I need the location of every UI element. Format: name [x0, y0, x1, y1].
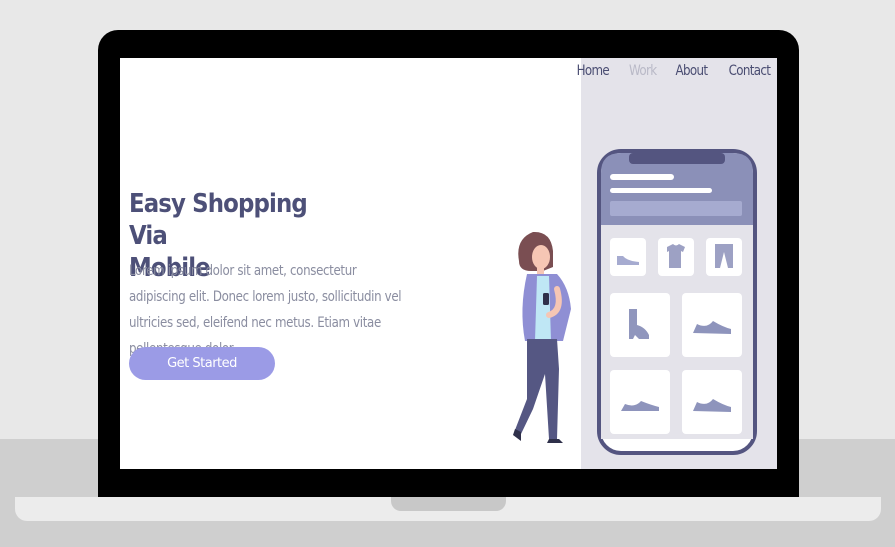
woman-illustration: [513, 231, 571, 443]
header-line-1: [610, 174, 674, 180]
laptop-screen: Home Work About Contact Easy Shopping Vi…: [120, 58, 777, 469]
nav-about[interactable]: About: [676, 63, 709, 79]
pants-shape: [515, 339, 559, 439]
top-nav: Home Work About Contact: [573, 63, 775, 79]
get-started-button[interactable]: Get Started: [129, 347, 275, 380]
nav-home[interactable]: Home: [577, 63, 610, 79]
shirt-shape: [535, 276, 551, 341]
neck-shape: [537, 266, 544, 274]
face-shape: [532, 245, 550, 269]
phone-notch: [629, 153, 725, 164]
header-line-2: [610, 188, 712, 193]
product-card[interactable]: [610, 370, 670, 434]
nav-contact[interactable]: Contact: [729, 63, 771, 79]
phone-illustration: [597, 149, 757, 455]
product-card[interactable]: [610, 238, 646, 276]
product-card[interactable]: [610, 293, 670, 357]
shoe-right-shape: [547, 439, 563, 443]
search-bar: [610, 201, 742, 216]
nav-work[interactable]: Work: [629, 63, 657, 79]
product-card[interactable]: [706, 238, 742, 276]
laptop-notch: [391, 497, 506, 511]
held-phone-shape: [543, 293, 549, 305]
hero-title-line-1: Easy Shopping Via: [129, 189, 308, 251]
